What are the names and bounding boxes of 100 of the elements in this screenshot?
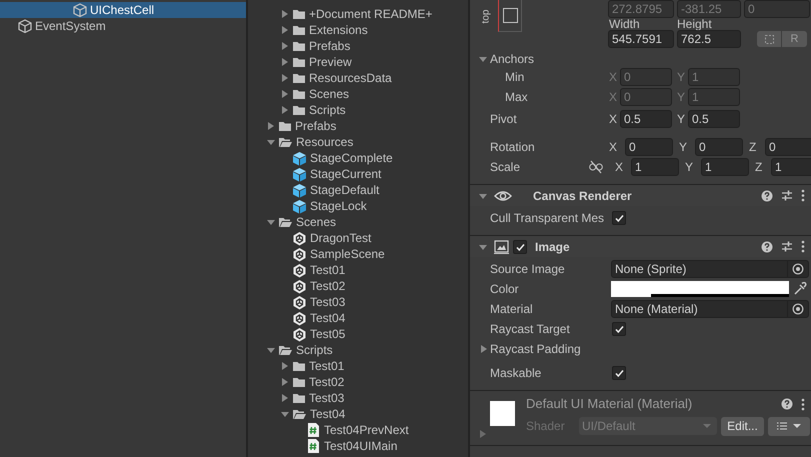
settings-sliders-icon bbox=[781, 189, 793, 202]
script-file-icon bbox=[306, 438, 321, 454]
scene-icon bbox=[292, 278, 307, 294]
tree-item-label[interactable]: Prefabs bbox=[295, 117, 336, 135]
tree-item-label[interactable]: Test01 bbox=[310, 261, 346, 279]
folder-icon bbox=[292, 39, 306, 53]
dashed-square-icon bbox=[764, 34, 774, 44]
folder-icon bbox=[292, 103, 306, 117]
property-label: Max bbox=[504, 89, 529, 106]
tree-item-label[interactable]: StageDefault bbox=[310, 181, 380, 199]
image-icon bbox=[494, 240, 509, 254]
anchors-label[interactable]: Anchors bbox=[490, 50, 534, 68]
cube-icon bbox=[18, 18, 32, 34]
tree-item-label[interactable]: Test04 bbox=[310, 309, 346, 327]
object-field-value: None (Material) bbox=[615, 301, 699, 318]
tree-item-label[interactable]: StageComplete bbox=[310, 149, 393, 167]
prefab-cube-icon bbox=[292, 166, 307, 182]
object-field-value: None (Sprite) bbox=[615, 261, 688, 278]
tree-item-label[interactable]: Extensions bbox=[309, 21, 368, 39]
number-field[interactable]: 0 bbox=[695, 138, 743, 156]
checkbox[interactable] bbox=[612, 322, 626, 336]
number-field[interactable]: 0 bbox=[625, 138, 673, 156]
folder-icon bbox=[292, 87, 306, 101]
scene-icon bbox=[292, 262, 307, 278]
tree-item-label[interactable]: Test03 bbox=[310, 293, 346, 311]
property-label: Cull Transparent Mes bbox=[490, 210, 604, 227]
tree-item-label[interactable]: Test02 bbox=[310, 277, 346, 295]
tree-item-label[interactable]: +Document README+ bbox=[309, 5, 432, 23]
open-folder-icon bbox=[292, 407, 307, 421]
checkbox[interactable] bbox=[513, 240, 527, 254]
caret-icon bbox=[793, 424, 801, 428]
number-field[interactable]: 1 bbox=[701, 158, 749, 176]
tree-item-label[interactable]: Test04UIMain bbox=[324, 437, 398, 455]
tree-item-label[interactable]: Test05 bbox=[310, 325, 346, 343]
property-label[interactable]: Raycast Padding bbox=[490, 340, 581, 358]
check-icon bbox=[614, 368, 624, 378]
folder-icon bbox=[292, 375, 306, 389]
tree-item-label[interactable]: Test01 bbox=[309, 357, 344, 375]
folder-icon bbox=[292, 55, 306, 69]
tree-item-label[interactable]: Preview bbox=[309, 53, 352, 71]
list-icon bbox=[777, 422, 787, 430]
width-field[interactable]: 545.7591 bbox=[608, 30, 674, 48]
help-icon bbox=[761, 190, 773, 202]
tree-item-label[interactable]: ResourcesData bbox=[309, 69, 392, 87]
axis-label: Z bbox=[755, 159, 764, 176]
scene-icon bbox=[292, 294, 307, 310]
dropdown-caret-icon bbox=[703, 424, 711, 428]
tree-item-label[interactable]: Scenes bbox=[296, 213, 336, 231]
anchor-preset-button[interactable] bbox=[498, 0, 522, 32]
tree-item-label[interactable]: SampleScene bbox=[310, 245, 385, 263]
number-field[interactable]: 0.5 bbox=[688, 110, 740, 128]
checkbox[interactable] bbox=[612, 211, 626, 225]
axis-label: X bbox=[609, 69, 618, 86]
height-field[interactable]: 762.5 bbox=[677, 30, 741, 48]
color-swatch[interactable] bbox=[611, 281, 789, 297]
hierarchy-item[interactable]: UIChestCell bbox=[0, 2, 246, 18]
hierarchy-item[interactable]: EventSystem bbox=[0, 18, 246, 34]
folder-icon bbox=[292, 71, 306, 85]
tree-item-label[interactable]: Test03 bbox=[309, 389, 344, 407]
tree-item-label[interactable]: Test04PrevNext bbox=[324, 421, 409, 439]
object-field[interactable]: None (Material) bbox=[611, 300, 809, 318]
tree-item-label[interactable]: Scenes bbox=[309, 85, 350, 103]
tree-item-label[interactable]: Scripts bbox=[309, 101, 346, 119]
axis-label: Y bbox=[677, 69, 686, 86]
folder-icon bbox=[292, 391, 306, 405]
checkbox[interactable] bbox=[612, 366, 626, 380]
check-icon bbox=[614, 213, 624, 223]
folder-icon bbox=[292, 7, 306, 21]
target-icon bbox=[792, 303, 804, 315]
more-menu-icon bbox=[801, 398, 805, 410]
tree-item-label[interactable]: Prefabs bbox=[309, 37, 350, 55]
edit-button[interactable]: Edit... bbox=[721, 416, 764, 436]
more-menu-icon bbox=[801, 189, 805, 202]
tree-item-label[interactable]: Resources bbox=[296, 133, 354, 151]
number-field[interactable]: 0 bbox=[765, 138, 811, 156]
component-title: Canvas Renderer bbox=[533, 188, 632, 204]
number-field[interactable]: 0.5 bbox=[620, 110, 672, 128]
number-field[interactable]: 1 bbox=[631, 158, 679, 176]
tree-item-label[interactable]: Scripts bbox=[296, 341, 333, 359]
number-field[interactable]: 1 bbox=[771, 158, 811, 176]
property-label: Min bbox=[504, 69, 526, 86]
object-field[interactable]: None (Sprite) bbox=[611, 260, 809, 278]
property-label: Material bbox=[490, 301, 533, 318]
list-menu-button[interactable] bbox=[768, 416, 810, 436]
blueprint-button[interactable] bbox=[757, 31, 781, 47]
tree-item-label[interactable]: StageCurrent bbox=[310, 165, 382, 183]
tree-item-label[interactable]: DragonTest bbox=[310, 229, 372, 247]
eye-icon bbox=[494, 188, 512, 202]
square-icon bbox=[502, 8, 518, 23]
axis-label: X bbox=[609, 111, 618, 128]
tree-item-label[interactable]: StageLock bbox=[310, 197, 367, 215]
tree-item-label[interactable]: Test02 bbox=[309, 373, 344, 391]
scene-icon bbox=[292, 310, 307, 326]
material-title: Default UI Material (Material) bbox=[526, 395, 692, 414]
scene-icon bbox=[292, 230, 307, 246]
axis-label: Y bbox=[679, 139, 688, 156]
help-icon bbox=[761, 240, 773, 252]
scene-icon bbox=[292, 326, 307, 342]
tree-item-label[interactable]: Test04 bbox=[310, 405, 346, 423]
material-preview bbox=[490, 401, 515, 426]
